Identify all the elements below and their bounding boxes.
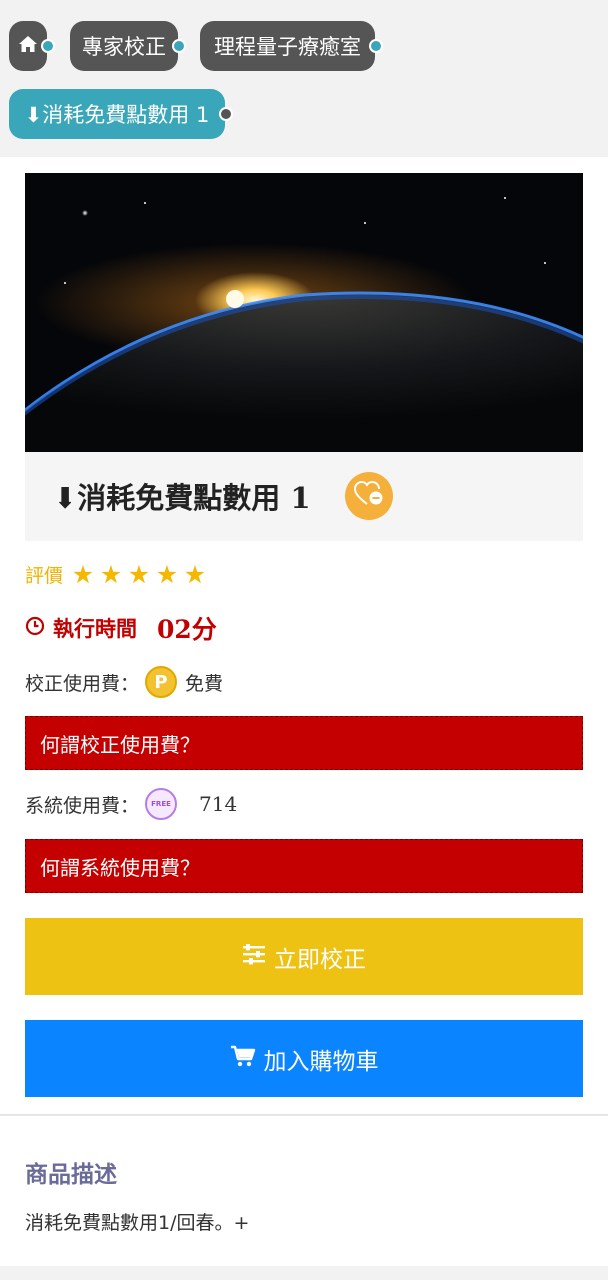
breadcrumb-home[interactable] [9, 21, 55, 71]
execution-time-value: 02分 [157, 615, 217, 644]
breadcrumb-separator [369, 39, 383, 53]
add-to-cart-label: 加入購物車 [263, 1048, 379, 1075]
product-card: ⬇消耗免費點數用 1 [25, 173, 583, 541]
system-fee-value: 714 [199, 792, 238, 816]
sliders-icon [242, 943, 274, 971]
rating: 評價 ★ ★ ★ ★ ★ [25, 559, 209, 589]
breadcrumb: 專家校正 理程量子療癒室 ⬇消耗免費點數用 1 [0, 0, 608, 157]
execution-time-label: 執行時間 [53, 617, 137, 641]
p-coin-icon: P [145, 666, 178, 698]
breadcrumb-label: ⬇消耗免費點數用 1 [24, 103, 210, 127]
breadcrumb-label: 理程量子療癒室 [214, 35, 361, 59]
description-text: 消耗免費點數用1/回春。+ [25, 1212, 250, 1234]
calibrate-now-label: 立即校正 [274, 946, 366, 973]
star-icon: ★ [71, 559, 95, 589]
system-fee: 系統使用費： FREE 714 [25, 786, 237, 822]
add-to-cart-button[interactable]: 加入購物車 [25, 1020, 583, 1097]
breadcrumb-item-current[interactable]: ⬇消耗免費點數用 1 [9, 89, 233, 139]
heart-minus-icon [353, 480, 384, 511]
calibrate-now-button[interactable]: 立即校正 [25, 918, 583, 995]
system-fee-label: 系統使用費： [25, 794, 140, 817]
star-icon: ★ [127, 559, 151, 589]
divider [0, 1114, 608, 1116]
home-icon [18, 34, 38, 58]
calibration-fee-help-link[interactable]: 何謂校正使用費？ [25, 716, 583, 770]
description-title: 商品描述 [25, 1162, 117, 1188]
favorite-button[interactable] [345, 472, 393, 520]
star-icon: ★ [155, 559, 179, 589]
system-fee-help-link[interactable]: 何謂系統使用費？ [25, 839, 583, 893]
product-title: ⬇消耗免費點數用 1 [53, 481, 311, 515]
clock-icon [25, 616, 45, 640]
rating-label: 評價 [25, 564, 64, 587]
product-image [25, 173, 583, 452]
cart-icon [230, 1045, 264, 1073]
breadcrumb-item-therapy-room[interactable]: 理程量子療癒室 [200, 21, 383, 71]
breadcrumb-separator [219, 107, 233, 121]
breadcrumb-label: 專家校正 [82, 35, 166, 59]
page-footer-strip [0, 1266, 608, 1280]
breadcrumb-separator [172, 39, 186, 53]
breadcrumb-separator [41, 39, 55, 53]
star-icon: ★ [99, 559, 123, 589]
star-icon: ★ [183, 559, 207, 589]
calibration-fee-label: 校正使用費： [25, 672, 140, 695]
breadcrumb-item-expert[interactable]: 專家校正 [70, 21, 186, 71]
free-coin-icon: FREE [145, 788, 178, 820]
execution-time: 執行時間 02分 [25, 610, 217, 646]
calibration-fee: 校正使用費： P 免費 [25, 664, 223, 700]
calibration-fee-value: 免費 [185, 672, 224, 695]
